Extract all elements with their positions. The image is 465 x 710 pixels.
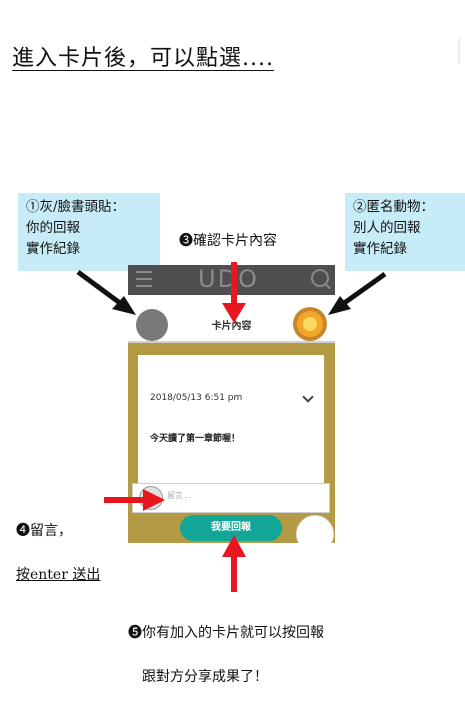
caption-comment: ❹留言， 按enter 送出 bbox=[16, 498, 100, 608]
callout-anonymous-animal: ②匿名動物： 別人的回報 實作紀錄 bbox=[345, 193, 465, 271]
caption-report-line2: 跟對方分享成果了！ bbox=[142, 669, 268, 685]
card-date: 2018/05/13 6:51 pm bbox=[150, 393, 243, 403]
chevron-down-icon[interactable] bbox=[302, 391, 314, 403]
app-logo: UDO bbox=[198, 265, 259, 293]
card-header-title: 卡片內容 bbox=[211, 321, 252, 332]
caption-comment-line2: 按enter 送出 bbox=[16, 567, 101, 583]
caption-confirm-card: ❸確認卡片內容 bbox=[179, 233, 277, 249]
black-arrow-right bbox=[328, 271, 387, 315]
card-text: 今天讀了第一章節喔！ bbox=[150, 434, 241, 444]
edge-mark bbox=[458, 38, 460, 64]
callout-gray-avatar: ①灰/臉書頭貼： 你的回報 實作紀錄 bbox=[18, 193, 160, 271]
search-icon[interactable] bbox=[311, 269, 329, 287]
phone-screenshot: UDO 卡片內容 2018/05/13 6:51 pm 今天讀了第一章節喔！ 留… bbox=[128, 265, 335, 543]
comment-input[interactable]: 留言... bbox=[167, 490, 191, 501]
comment-bar: 留言... bbox=[132, 483, 330, 513]
red-arrow-report bbox=[222, 535, 246, 592]
caption-report-line1: ❺你有加入的卡片就可以按回報 bbox=[128, 625, 324, 641]
page-title: 進入卡片後，可以點選.... bbox=[12, 46, 274, 71]
caption-comment-line1: ❹留言， bbox=[16, 523, 72, 539]
menu-icon[interactable] bbox=[136, 271, 152, 292]
phone-top-bar: UDO bbox=[128, 265, 335, 295]
report-button[interactable]: 我要回報 bbox=[180, 515, 282, 541]
card-content: 2018/05/13 6:51 pm 今天讀了第一章節喔！ bbox=[138, 355, 324, 503]
caption-report: ❺你有加入的卡片就可以按回報 跟對方分享成果了！ bbox=[128, 600, 324, 710]
comment-avatar bbox=[139, 486, 163, 510]
